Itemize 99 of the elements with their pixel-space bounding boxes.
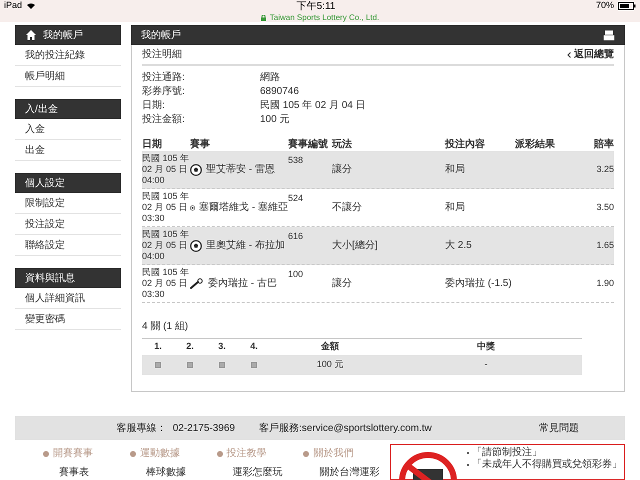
section-title: 我的帳戶 — [43, 28, 83, 42]
detail-value: 6890746 — [260, 85, 300, 99]
site-name: Taiwan Sports Lottery Co., Ltd. — [270, 12, 380, 24]
match-name: 塞爾塔維戈 - 塞維亞 — [199, 202, 288, 215]
section-title: 個人設定 — [25, 176, 65, 190]
notice-text: 「請節制投注」 — [472, 447, 542, 458]
panel-title: 我的帳戶 — [141, 28, 181, 42]
detail-label: 日期: — [142, 99, 166, 113]
column-header: 2. — [185, 340, 195, 354]
sidebar-item[interactable]: 我的投注紀錄 — [15, 45, 121, 66]
battery-icon — [618, 2, 636, 10]
odds-value: 1.65 — [596, 238, 614, 252]
sidebar-item[interactable]: 入金 — [15, 119, 121, 140]
date-line: 02 月 05 日 — [142, 202, 189, 213]
date-line: 民國 105 年 — [142, 267, 190, 278]
footer-link[interactable]: 賽事表 — [43, 465, 130, 480]
bet-selection: 和局 — [445, 200, 465, 215]
leg-square-icon — [187, 362, 193, 368]
sidebar-item[interactable]: 出金 — [15, 140, 121, 161]
odds-value: 3.25 — [596, 162, 614, 176]
wifi-icon — [26, 2, 36, 10]
detail-value: 民國 105 年 02 月 04 日 — [260, 99, 367, 113]
column-header: 4. — [249, 340, 259, 354]
notice-text: 「未成年人不得購買或兌領彩券」 — [472, 459, 622, 471]
column-header: 日期 — [142, 138, 163, 151]
date-line: 02 月 05 日 — [142, 164, 189, 175]
detail-label: 彩券序號: — [142, 85, 186, 99]
date-line: 03:30 — [142, 289, 166, 300]
match-number: 524 — [288, 193, 304, 203]
match-name: 聖艾蒂安 - 雷恩 — [206, 162, 275, 177]
column-header: 3. — [217, 340, 227, 354]
faq-link[interactable]: 常見問題 — [539, 420, 579, 436]
odds-value: 1.90 — [596, 276, 614, 290]
device-name: iPad — [4, 0, 22, 12]
odds-value: 3.50 — [596, 200, 614, 214]
match-name: 里奧艾維 - 布拉加 — [206, 238, 285, 253]
column-header: 賽事編號 — [288, 137, 329, 151]
column-header: 投注內容 — [445, 137, 486, 151]
leg-square-icon — [251, 362, 257, 368]
column-header: 賠率 — [592, 137, 614, 151]
hotline-label: 客服專線： — [116, 422, 167, 436]
combo-amount: 100 元 — [316, 358, 344, 372]
sidebar-item[interactable]: 帳戶明細 — [15, 66, 121, 87]
combo-prize: - — [484, 358, 488, 372]
column-header: 1. — [153, 340, 163, 354]
combo-summary: 4 關 (1 組) — [142, 320, 190, 334]
service-email: 客戶服務:service@sportslottery.com.tw — [259, 422, 433, 436]
sidebar-item[interactable]: 變更密碼 — [15, 309, 121, 330]
match-name: 委內瑞拉 - 古巴 — [208, 276, 277, 291]
bet-selection: 和局 — [445, 162, 465, 177]
date-line: 民國 105 年 — [142, 229, 190, 240]
chevron-left-icon — [567, 52, 571, 58]
match-number: 616 — [288, 231, 304, 241]
column-header: 派彩結果 — [515, 138, 556, 151]
column-header: 中獎 — [476, 340, 496, 354]
soccer-ball-icon — [190, 240, 202, 252]
sidebar-item[interactable]: 投注設定 — [15, 214, 121, 235]
bet-selection: 大 2.5 — [445, 238, 472, 253]
column-header: 金額 — [320, 340, 340, 354]
leg-square-icon — [219, 362, 225, 368]
bet-type: 不讓分 — [332, 200, 362, 215]
battery-percent: 70% — [596, 0, 614, 12]
detail-value: 網路 — [260, 71, 281, 85]
hotline-number: 02-2175-3969 — [172, 422, 235, 436]
section-title: 資料與訊息 — [25, 272, 75, 286]
bet-selection: 委內瑞拉 (-1.5) — [445, 276, 512, 291]
date-line: 03:30 — [142, 213, 166, 224]
date-line: 02 月 05 日 — [142, 278, 189, 289]
detail-value: 100 元 — [260, 113, 290, 127]
date-line: 民國 105 年 — [142, 191, 190, 202]
detail-label: 投注金額: — [142, 113, 186, 127]
date-line: 04:00 — [142, 175, 166, 186]
footer-link[interactable]: 棒球數據 — [130, 465, 216, 480]
bet-type: 讓分 — [332, 276, 352, 291]
sidebar-item[interactable]: 個人詳細資訊 — [15, 288, 121, 309]
sidebar-item[interactable]: 聯絡設定 — [15, 235, 121, 256]
date-line: 民國 105 年 — [142, 153, 190, 164]
date-line: 02 月 05 日 — [142, 240, 189, 251]
match-number: 538 — [288, 155, 304, 165]
clock-time: 下午5:11 — [296, 0, 336, 14]
bet-type: 大小[總分] — [332, 238, 378, 253]
home-icon — [25, 29, 37, 41]
column-header: 賽事 — [190, 137, 211, 151]
bat-and-ball-icon — [190, 278, 204, 290]
bet-type: 讓分 — [332, 162, 352, 177]
column-header: 玩法 — [332, 138, 353, 151]
page-subtitle: 投注明細 — [142, 48, 182, 62]
footer-link[interactable]: 關於台灣運彩 — [303, 465, 390, 480]
footer-link[interactable]: 運彩怎麼玩 — [216, 465, 304, 480]
detail-label: 投注通路: — [142, 71, 186, 85]
soccer-ball-icon — [190, 164, 202, 176]
date-line: 04:00 — [142, 251, 166, 262]
leg-square-icon — [155, 362, 161, 368]
printer-icon[interactable] — [603, 30, 615, 40]
section-title: 入/出金 — [25, 102, 58, 116]
back-link[interactable]: 返回總覽 — [574, 47, 614, 62]
lock-icon — [260, 15, 266, 21]
match-number: 100 — [288, 269, 304, 279]
sidebar-item[interactable]: 限制設定 — [15, 193, 121, 214]
